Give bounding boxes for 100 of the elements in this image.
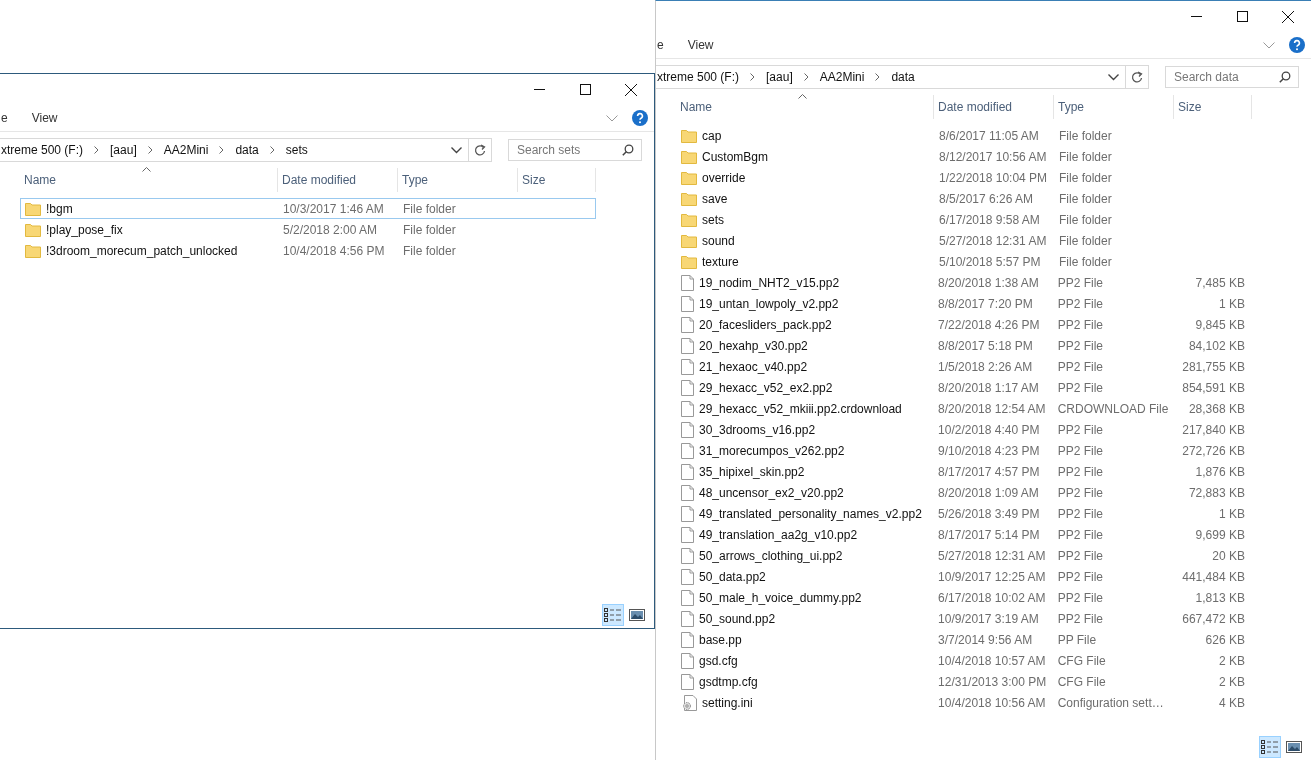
breadcrumb-item[interactable]: xtreme 500 (F:) xyxy=(657,70,740,84)
date-cell-text: 5/27/2018 12:31 AM xyxy=(938,233,1048,248)
date-cell-text: 10/3/2017 1:46 AM xyxy=(282,201,385,216)
file-row[interactable]: sets 6/17/2018 9:58 AM File folder xyxy=(676,209,1252,230)
date-cell-text: 12/31/2013 3:00 PM xyxy=(937,674,1048,689)
column-header[interactable]: Date modified xyxy=(278,168,398,192)
breadcrumb-item[interactable]: AA2Mini xyxy=(819,70,865,84)
file-name: save xyxy=(702,191,728,206)
file-row[interactable]: 20_facesliders_pack.pp2 7/22/2018 4:26 PM PP2 File 9,845 KB xyxy=(676,314,1252,335)
chevron-right-icon xyxy=(750,73,756,81)
search-field[interactable]: Search data xyxy=(1165,66,1299,88)
file-row[interactable]: 31_morecumpos_v262.pp2 9/10/2018 4:23 PM PP2 File 272,726 KB xyxy=(676,440,1252,461)
size-cell-text: 4 KB xyxy=(1217,695,1246,710)
file-row[interactable]: 30_3drooms_v16.pp2 10/2/2018 4:40 PM PP2 File 217,840 KB xyxy=(676,419,1252,440)
column-header[interactable]: Date modified xyxy=(934,95,1054,119)
file-name: 50_data.pp2 xyxy=(699,569,766,584)
breadcrumb-item[interactable]: AA2Mini xyxy=(163,143,209,157)
breadcrumb-item[interactable]: data xyxy=(891,70,915,84)
type-cell-text: PP2 File xyxy=(1056,464,1104,479)
ribbon-tab[interactable]: e xyxy=(656,38,664,52)
file-row[interactable]: save 8/5/2017 6:26 AM File folder xyxy=(676,188,1252,209)
help-icon[interactable] xyxy=(632,110,648,126)
refresh-button[interactable] xyxy=(1125,65,1149,89)
chevron-right-icon xyxy=(803,73,809,81)
file-name: sets xyxy=(702,212,724,227)
folder-icon xyxy=(681,128,697,143)
file-row[interactable]: 20_hexahp_v30.pp2 8/8/2017 5:18 PM PP2 File 84,102 KB xyxy=(676,335,1252,356)
refresh-button[interactable] xyxy=(468,138,492,162)
type-cell-text: File folder xyxy=(1058,149,1113,164)
file-row[interactable]: base.pp 3/7/2014 9:56 AM PP File 626 KB xyxy=(676,629,1252,650)
column-header[interactable]: Type xyxy=(1054,95,1174,119)
file-row[interactable]: 50_data.pp2 10/9/2017 12:25 AM PP2 File 441,484 KB xyxy=(676,566,1252,587)
search-field[interactable]: Search sets xyxy=(508,139,642,161)
column-header[interactable]: Name xyxy=(676,95,934,119)
size-cell-text: 667,472 KB xyxy=(1181,611,1246,626)
file-row[interactable]: texture 5/10/2018 5:57 PM File folder xyxy=(676,251,1252,272)
file-row[interactable]: 49_translated_personality_names_v2.pp2 5/26/2018 3:49 PM PP2 File 1 KB xyxy=(676,503,1252,524)
address-bar[interactable]: xtreme 500 (F:) [aau] AA2Mini data sets xyxy=(0,138,469,162)
breadcrumb-item[interactable]: [aau] xyxy=(766,70,793,84)
file-row[interactable]: CustomBgm 8/12/2017 10:56 AM File folder xyxy=(676,146,1252,167)
refresh-icon xyxy=(1131,70,1143,84)
column-header[interactable]: Type xyxy=(398,168,518,192)
file-row[interactable]: sound 5/27/2018 12:31 AM File folder xyxy=(676,230,1252,251)
size-cell-text: 272,726 KB xyxy=(1181,443,1246,458)
chevron-down-icon[interactable] xyxy=(1108,73,1119,81)
file-name: 20_hexahp_v30.pp2 xyxy=(699,338,808,353)
settings-file-icon xyxy=(681,694,697,711)
breadcrumb-item[interactable]: xtreme 500 (F:) xyxy=(1,143,84,157)
file-name: 50_male_h_voice_dummy.pp2 xyxy=(699,590,862,605)
ribbon-tab[interactable]: View xyxy=(673,38,728,52)
address-bar[interactable]: xtreme 500 (F:) [aau] AA2Mini data xyxy=(656,65,1126,89)
file-row[interactable]: 29_hexacc_v52_ex2.pp2 8/20/2018 1:17 AM PP2 File 854,591 KB xyxy=(676,377,1252,398)
file-row[interactable]: 48_uncensor_ex2_v20.pp2 8/20/2018 1:09 AM PP2 File 72,883 KB xyxy=(676,482,1252,503)
chevron-down-icon[interactable] xyxy=(451,146,462,154)
file-row[interactable]: 19_untan_lowpoly_v2.pp2 8/8/2017 7:20 PM PP2 File 1 KB xyxy=(676,293,1252,314)
breadcrumb-item[interactable]: [aau] xyxy=(110,143,137,157)
breadcrumb-item[interactable]: data xyxy=(235,143,259,157)
column-header[interactable]: Size xyxy=(518,168,596,192)
file-name: 49_translated_personality_names_v2.pp2 xyxy=(699,506,922,521)
date-cell-text: 1/5/2018 2:26 AM xyxy=(937,359,1034,374)
chevron-right-icon xyxy=(269,146,275,154)
file-row[interactable]: gsd.cfg 10/4/2018 10:57 AM CFG File 2 KB xyxy=(676,650,1252,671)
ribbon-tab[interactable]: View xyxy=(17,111,72,125)
file-row[interactable]: 50_arrows_clothing_ui.pp2 5/27/2018 12:31 AM PP2 File 20 KB xyxy=(676,545,1252,566)
details-view-button[interactable] xyxy=(1259,736,1281,758)
details-view-button[interactable] xyxy=(602,604,624,626)
file-row[interactable]: cap 8/6/2017 11:05 AM File folder xyxy=(676,125,1252,146)
file-name: CustomBgm xyxy=(702,149,769,164)
file-row[interactable]: 49_translation_aa2g_v10.pp2 8/17/2017 5:14 PM PP2 File 9,699 KB xyxy=(676,524,1252,545)
file-row[interactable]: setting.ini 10/4/2018 10:56 AM Configuration sett… 4 KB xyxy=(676,692,1252,713)
file-row[interactable]: !play_pose_fix 5/2/2018 2:00 AM File folder xyxy=(20,219,596,240)
size-cell-text: 20 KB xyxy=(1211,548,1246,563)
file-name: gsdtmp.cfg xyxy=(699,674,758,689)
size-cell-text: 854,591 KB xyxy=(1181,380,1246,395)
type-cell-text: File folder xyxy=(402,243,457,258)
file-row[interactable]: 29_hexacc_v52_mkiii.pp2.crdownload 8/20/2018 12:54 AM CRDOWNLOAD File 28,368 KB xyxy=(676,398,1252,419)
file-name: 31_morecumpos_v262.pp2 xyxy=(699,443,845,458)
breadcrumb-item[interactable]: sets xyxy=(285,143,308,157)
close-icon xyxy=(1282,10,1294,23)
file-row[interactable]: gsdtmp.cfg 12/31/2013 3:00 PM CFG File 2 KB xyxy=(676,671,1252,692)
file-row[interactable]: 35_hipixel_skin.pp2 8/17/2017 4:57 PM PP2 File 1,876 KB xyxy=(676,461,1252,482)
file-row[interactable]: 50_male_h_voice_dummy.pp2 6/17/2018 10:02 AM PP2 File 1,813 KB xyxy=(676,587,1252,608)
help-icon[interactable] xyxy=(1289,37,1305,53)
type-cell-text: File folder xyxy=(402,222,457,237)
file-row[interactable]: 19_nodim_NHT2_v15.pp2 8/20/2018 1:38 AM PP2 File 7,485 KB xyxy=(676,272,1252,293)
file-row[interactable]: 50_sound.pp2 10/9/2017 3:19 AM PP2 File 667,472 KB xyxy=(676,608,1252,629)
type-cell-text: PP2 File xyxy=(1056,527,1104,542)
document-icon xyxy=(681,547,694,564)
ribbon-tab[interactable]: e xyxy=(0,111,8,125)
type-cell-text: PP2 File xyxy=(1056,422,1104,437)
date-cell-text: 8/17/2017 4:57 PM xyxy=(937,464,1041,479)
file-row[interactable]: override 1/22/2018 10:04 PM File folder xyxy=(676,167,1252,188)
date-cell-text: 8/12/2017 10:56 AM xyxy=(938,149,1048,164)
file-row[interactable]: !bgm 10/3/2017 1:46 AM File folder xyxy=(20,198,596,219)
column-header[interactable]: Name xyxy=(20,168,278,192)
file-row[interactable]: !3droom_morecum_patch_unlocked 10/4/2018 4:56 PM File folder xyxy=(20,240,596,261)
file-row[interactable]: 21_hexaoc_v40.pp2 1/5/2018 2:26 AM PP2 File 281,755 KB xyxy=(676,356,1252,377)
type-cell-text: CRDOWNLOAD File xyxy=(1056,401,1170,416)
file-name: texture xyxy=(702,254,739,269)
column-header[interactable]: Size xyxy=(1174,95,1252,119)
